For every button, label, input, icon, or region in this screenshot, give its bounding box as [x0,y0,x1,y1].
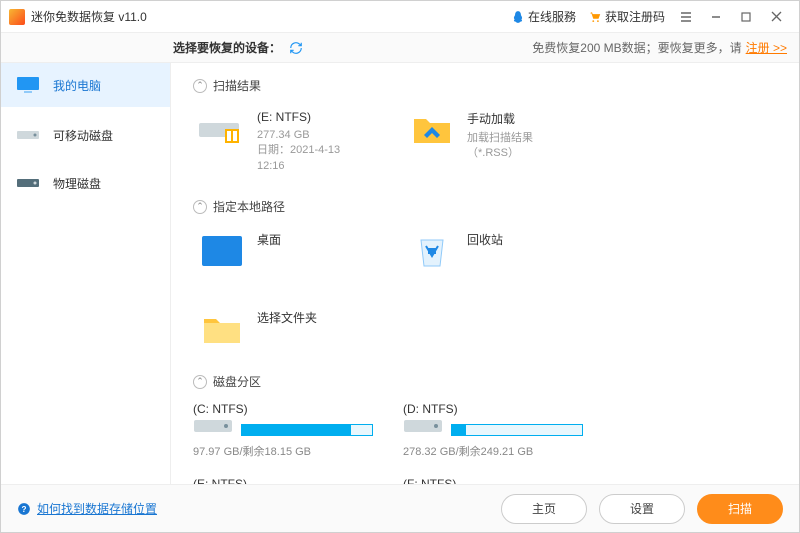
maximize-icon [741,12,751,22]
settings-button[interactable]: 设置 [599,494,685,524]
desktop-icon [197,231,247,271]
info-icon: ? [17,502,31,516]
collapse-icon: ⌃ [193,375,207,389]
partition-usage: 97.97 GB/剩余18.15 GB [193,443,373,459]
cart-icon [588,10,602,24]
sidebar: 我的电脑 可移动磁盘 物理磁盘 [1,63,171,484]
partition-label: (F: NTFS) [403,477,583,484]
collapse-icon: ⌃ [193,200,207,214]
app-title: 迷你免数据恢复 v11.0 [31,8,147,25]
sidebar-item-label: 可移动磁盘 [53,127,113,144]
sidebar-item-physical[interactable]: 物理磁盘 [1,163,170,203]
hdd-icon [403,416,443,440]
section-header[interactable]: ⌃ 指定本地路径 [193,198,777,215]
close-icon [771,11,782,22]
drive-icon [15,126,41,144]
footer: ? 如何找到数据存储位置 主页 设置 扫描 [1,484,799,532]
sidebar-item-my-computer[interactable]: 我的电脑 [1,63,170,107]
help-link[interactable]: ? 如何找到数据存储位置 [17,500,157,517]
sidebar-item-label: 我的电脑 [53,77,101,94]
folder-icon [197,309,247,349]
location-desktop[interactable]: 桌面 [193,227,373,275]
usage-bar [451,424,583,436]
section-header[interactable]: ⌃ 扫描结果 [193,77,777,94]
promo-text: 免费恢复200 MB数据；要恢复更多，请注册 >> [532,39,787,56]
get-register-code-link[interactable]: 获取注册码 [582,8,671,25]
drive-result-icon [197,110,247,150]
usage-bar [241,424,373,436]
hdd-icon [15,174,41,192]
partition-item[interactable]: (E: NTFS)277.34 GB/剩余267.03 GB [193,477,373,484]
refresh-icon [289,41,303,55]
hamburger-icon [680,11,692,23]
partition-item[interactable]: (D: NTFS) 278.32 GB/剩余249.21 GB [403,402,583,459]
maximize-button[interactable] [731,1,761,33]
titlebar: 迷你免数据恢复 v11.0 在线服務 获取注册码 [1,1,799,33]
minimize-icon [710,11,722,23]
section-scan-result: ⌃ 扫描结果 (E: NTFS) 277.34 GB 日期：2021-4-13 … [193,77,777,178]
penguin-icon [511,10,525,24]
home-button[interactable]: 主页 [501,494,587,524]
sidebar-item-label: 物理磁盘 [53,175,101,192]
location-recycle-bin[interactable]: 回收站 [403,227,583,275]
scan-button[interactable]: 扫描 [697,494,783,524]
recycle-bin-icon [407,231,457,271]
partition-label: (C: NTFS) [193,402,373,416]
app-logo-icon [9,9,25,25]
minimize-button[interactable] [701,1,731,33]
device-select-label: 选择要恢复的设备： [173,39,281,56]
device-select-bar: 选择要恢复的设备： 免费恢复200 MB数据；要恢复更多，请注册 >> [1,33,799,63]
hdd-icon [193,416,233,440]
menu-button[interactable] [671,1,701,33]
section-partitions: ⌃ 磁盘分区 (C: NTFS) 97.97 GB/剩余18.15 GB (D: N… [193,373,777,484]
main-panel: ⌃ 扫描结果 (E: NTFS) 277.34 GB 日期：2021-4-13 … [171,63,799,484]
close-button[interactable] [761,1,791,33]
section-local-path: ⌃ 指定本地路径 桌面 回收站 选择文件夹 [193,198,777,353]
partition-label: (E: NTFS) [193,477,373,484]
collapse-icon: ⌃ [193,79,207,93]
folder-arrow-icon [407,110,457,150]
partition-item[interactable]: (C: NTFS) 97.97 GB/剩余18.15 GB [193,402,373,459]
sidebar-item-removable[interactable]: 可移动磁盘 [1,115,170,155]
app-window: 迷你免数据恢复 v11.0 在线服務 获取注册码 选择要恢复的设备： 免费恢复2… [0,0,800,533]
monitor-icon [15,76,41,94]
refresh-button[interactable] [289,41,303,55]
svg-text:?: ? [22,504,27,513]
partition-item[interactable]: (F: NTFS)277.34 GB/剩余89.30 GB [403,477,583,484]
register-link[interactable]: 注册 >> [746,41,787,55]
manual-load-item[interactable]: 手动加载 加载扫描结果（*.RSS） [403,106,583,178]
partition-usage: 278.32 GB/剩余249.21 GB [403,443,583,459]
online-service-link[interactable]: 在线服務 [505,8,582,25]
location-choose-folder[interactable]: 选择文件夹 [193,305,373,353]
partition-label: (D: NTFS) [403,402,583,416]
scan-result-item[interactable]: (E: NTFS) 277.34 GB 日期：2021-4-13 12:16 [193,106,373,178]
section-header[interactable]: ⌃ 磁盘分区 [193,373,777,390]
